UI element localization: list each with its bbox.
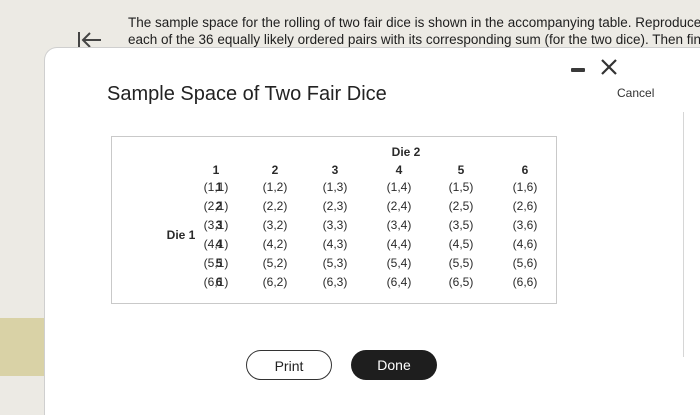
- table-cell: (6,3): [322, 275, 348, 289]
- table-cell: (3,1): [203, 218, 229, 232]
- print-button[interactable]: Print: [246, 350, 332, 380]
- table-cell: (2,5): [448, 199, 474, 213]
- sample-space-dialog: Sample Space of Two Fair Dice Cancel Die…: [45, 48, 700, 415]
- table-cell: (1,5): [448, 180, 474, 194]
- table-cell: (6,4): [386, 275, 412, 289]
- done-button[interactable]: Done: [351, 350, 437, 380]
- table-cell: (6,6): [512, 275, 538, 289]
- table-cell: (6,5): [448, 275, 474, 289]
- table-cell: (4,6): [512, 237, 538, 251]
- table-cell: (4,4): [386, 237, 412, 251]
- table-cell: (1,4): [386, 180, 412, 194]
- table-cell: (4,1): [203, 237, 229, 251]
- table-cell: (5,4): [386, 256, 412, 270]
- table-cell: (5,2): [262, 256, 288, 270]
- table-cell: (1,3): [322, 180, 348, 194]
- table-cell: (1,1): [203, 180, 229, 194]
- table-cell: (3,6): [512, 218, 538, 232]
- question-line-2: each of the 36 equally likely ordered pa…: [128, 32, 700, 47]
- table-cell: (6,1): [203, 275, 229, 289]
- table-cell: (2,1): [203, 199, 229, 213]
- table-cell: (5,3): [322, 256, 348, 270]
- question-text: The sample space for the rolling of two …: [128, 14, 700, 48]
- table-cell: (2,4): [386, 199, 412, 213]
- table-cell: (2,6): [512, 199, 538, 213]
- minimize-icon[interactable]: [571, 68, 585, 72]
- table-cell: (3,2): [262, 218, 288, 232]
- table-cell: (5,5): [448, 256, 474, 270]
- table-cell: (5,6): [512, 256, 538, 270]
- column-header: 2: [271, 163, 279, 177]
- column-header: 1: [212, 163, 220, 177]
- column-header: 6: [521, 163, 529, 177]
- column-header: 5: [457, 163, 465, 177]
- sample-space-table: Die 2 Die 1 1 2 3 4 5 6 1 2 3 4 5 6 (1,1) (1,2) (1,3) (1,…: [111, 136, 557, 304]
- column-header: 4: [395, 163, 403, 177]
- table-cell: (4,5): [448, 237, 474, 251]
- table-cell: (1,6): [512, 180, 538, 194]
- close-x-icon: [601, 59, 617, 75]
- table-cell: (3,4): [386, 218, 412, 232]
- cancel-button[interactable]: Cancel: [617, 86, 654, 100]
- table-cell: (2,2): [262, 199, 288, 213]
- divider: [683, 112, 684, 357]
- table-cell: (3,5): [448, 218, 474, 232]
- die2-label: Die 2: [391, 145, 421, 159]
- table-cell: (3,3): [322, 218, 348, 232]
- close-icon[interactable]: [598, 56, 620, 78]
- table-cell: (1,2): [262, 180, 288, 194]
- table-cell: (4,3): [322, 237, 348, 251]
- table-cell: (2,3): [322, 199, 348, 213]
- dialog-title: Sample Space of Two Fair Dice: [107, 83, 387, 105]
- table-cell: (4,2): [262, 237, 288, 251]
- table-cell: (5,1): [203, 256, 229, 270]
- table-cell: (6,2): [262, 275, 288, 289]
- column-header: 3: [331, 163, 339, 177]
- question-line-1: The sample space for the rolling of two …: [128, 15, 700, 30]
